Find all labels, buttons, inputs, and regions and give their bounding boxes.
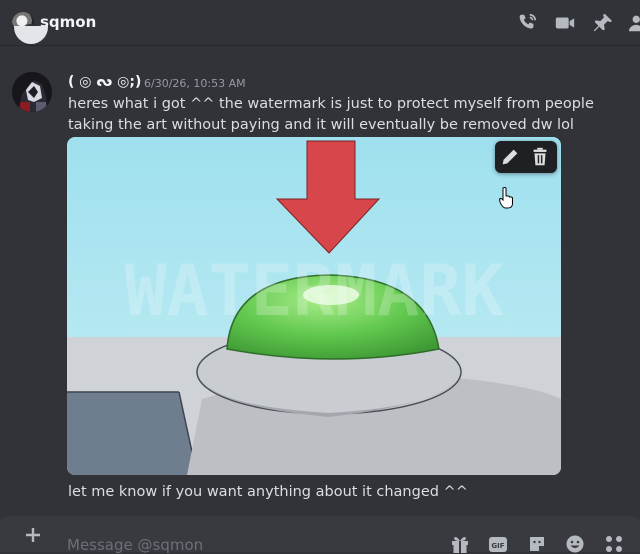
emoji-icon[interactable] bbox=[565, 534, 585, 554]
previous-message-avatar bbox=[14, 26, 48, 46]
phone-call-icon[interactable] bbox=[516, 12, 538, 34]
sticker-icon[interactable] bbox=[527, 534, 547, 554]
channel-header: sqmon bbox=[0, 0, 640, 46]
video-call-icon[interactable] bbox=[554, 12, 576, 34]
channel-name[interactable]: sqmon bbox=[40, 13, 96, 31]
message-timestamp: 6/30/26, 10:53 AM bbox=[144, 77, 246, 90]
followup-message-text: let me know if you want anything about i… bbox=[68, 484, 468, 500]
message-text: heres what i got ^^ the watermark is jus… bbox=[68, 96, 594, 133]
author-avatar[interactable] bbox=[12, 72, 52, 112]
delete-icon[interactable] bbox=[529, 146, 551, 168]
image-toolbar bbox=[495, 141, 557, 173]
svg-text:GIF: GIF bbox=[491, 542, 504, 550]
gift-icon[interactable] bbox=[450, 534, 470, 554]
message-input[interactable]: Message @sqmon bbox=[67, 536, 203, 554]
add-member-icon[interactable] bbox=[628, 12, 640, 34]
apps-icon[interactable] bbox=[604, 534, 624, 554]
message-author[interactable]: ( ◎ ᔓ ◎;) bbox=[68, 74, 141, 90]
pin-icon[interactable] bbox=[592, 12, 614, 34]
message-composer: Message @sqmon GIF bbox=[0, 516, 640, 554]
edit-icon[interactable] bbox=[499, 146, 521, 168]
gif-icon[interactable]: GIF bbox=[488, 534, 508, 554]
image-watermark: WATERMARK bbox=[124, 250, 503, 332]
add-attachment-icon[interactable] bbox=[22, 524, 44, 546]
message-image[interactable]: WATERMARK bbox=[67, 137, 561, 475]
hand-cursor-icon bbox=[498, 187, 513, 209]
